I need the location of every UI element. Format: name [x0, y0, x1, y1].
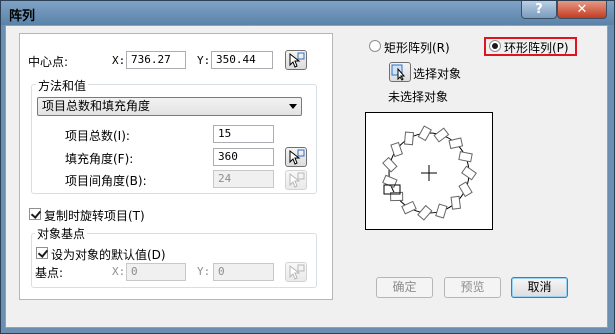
pick-point-icon	[289, 264, 305, 280]
center-y-label: Y:	[197, 54, 211, 67]
fill-angle-label: 填充角度(F):	[65, 152, 134, 166]
preview-item	[458, 151, 473, 163]
preview-item	[382, 156, 398, 173]
pick-fill-angle-button[interactable]	[285, 147, 307, 167]
polar-array-label: 环形阵列(P)	[504, 41, 569, 55]
array-preview	[365, 112, 493, 230]
pick-angle-between-button[interactable]	[285, 170, 307, 190]
ok-button[interactable]: 确定	[376, 277, 433, 298]
title-bar[interactable]: 阵列 ? ✕	[1, 1, 614, 25]
default-basepoint-checkbox[interactable]	[36, 247, 48, 259]
rect-array-radio[interactable]	[369, 40, 381, 52]
preview-item	[433, 127, 450, 143]
rotate-items-label: 复制时旋转项目(T)	[44, 209, 145, 223]
pick-point-icon	[289, 52, 305, 68]
preview-item	[401, 200, 417, 215]
help-button[interactable]: ?	[521, 1, 557, 19]
preview-item	[417, 125, 432, 142]
select-objects-button[interactable]	[389, 62, 411, 82]
basepoint-y-label: Y:	[197, 265, 211, 278]
angle-between-input[interactable]: 24	[213, 170, 274, 188]
selection-status: 未选择对象	[388, 90, 449, 104]
center-y-input[interactable]: 350.44	[211, 51, 273, 69]
preview-item	[382, 174, 398, 188]
total-items-input[interactable]: 15	[213, 125, 274, 143]
center-x-label: X:	[112, 54, 126, 67]
rotate-items-checkbox[interactable]	[29, 208, 41, 220]
rect-array-label: 矩形阵列(R)	[384, 41, 450, 55]
preview-item	[450, 195, 462, 210]
total-items-label: 项目总数(I):	[65, 129, 130, 143]
select-objects-icon	[391, 64, 406, 81]
center-point-label: 中心点:	[28, 55, 69, 69]
basepoint-x-input[interactable]: 0	[126, 263, 186, 281]
preview-item	[458, 181, 473, 198]
basepoint-x-label: X:	[112, 265, 126, 278]
center-x-input[interactable]: 736.27	[126, 51, 186, 69]
preview-canvas	[382, 125, 477, 221]
pick-point-icon	[289, 172, 305, 188]
basepoint-y-input[interactable]: 0	[213, 263, 274, 281]
preview-item	[403, 131, 415, 146]
chevron-down-icon	[289, 104, 297, 109]
pick-center-button[interactable]	[285, 50, 307, 70]
method-group-label: 方法和值	[36, 77, 89, 94]
basepoint-group-label: 对象基点	[35, 225, 88, 242]
preview-item	[435, 203, 448, 219]
preview-item	[461, 165, 477, 181]
method-select[interactable]: 项目总数和填充角度	[37, 97, 302, 116]
method-select-value: 项目总数和填充角度	[42, 99, 151, 113]
fill-angle-input[interactable]: 360	[213, 148, 274, 166]
window-title: 阵列	[9, 9, 36, 24]
default-basepoint-label: 设为对象的默认值(D)	[51, 248, 166, 262]
close-button[interactable]: ✕	[557, 1, 607, 19]
preview-button[interactable]: 预览	[444, 277, 501, 298]
cancel-button[interactable]: 取消	[511, 277, 568, 298]
angle-between-label: 项目间角度(B):	[65, 174, 147, 188]
select-objects-label: 选择对象	[413, 67, 462, 81]
basepoint-label: 基点:	[35, 266, 64, 280]
preview-item	[417, 204, 433, 221]
pick-basepoint-button[interactable]	[285, 262, 307, 282]
pick-point-icon	[289, 149, 305, 165]
polar-array-radio[interactable]	[489, 40, 501, 52]
